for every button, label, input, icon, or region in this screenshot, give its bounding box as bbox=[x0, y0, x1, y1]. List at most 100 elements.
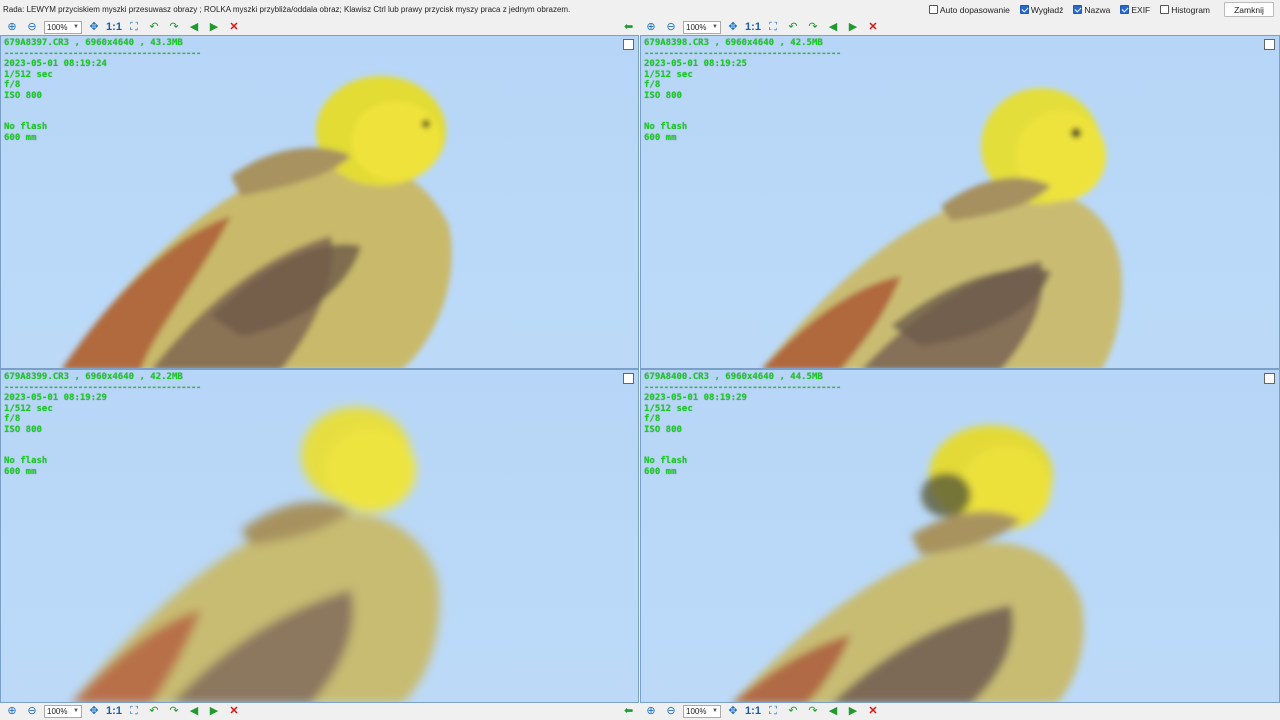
focal-length: 600 mm bbox=[4, 132, 37, 143]
separator: ---------------------------------------- bbox=[4, 48, 201, 59]
image-pane-1[interactable]: 679A8397.CR3 , 6960x4640 , 43.3MB ------… bbox=[0, 35, 639, 369]
actual-size-button[interactable]: 1:1 bbox=[104, 703, 124, 719]
smooth-label: Wygładź bbox=[1030, 4, 1064, 15]
next-image-icon[interactable]: ▶ bbox=[843, 703, 863, 719]
histogram-checkbox[interactable] bbox=[1160, 5, 1170, 14]
focal-length: 600 mm bbox=[644, 132, 677, 143]
flash: No flash bbox=[4, 456, 48, 466]
toolbar-top-right: ⊕ ⊖ 100% ▼ ✥ 1:1 ⛶ ↶ ↷ ◀ ▶ ✕ bbox=[641, 19, 883, 35]
image-pane-4[interactable]: 679A8400.CR3 , 6960x4640 , 44.5MB ------… bbox=[640, 369, 1280, 703]
fit-frame-icon[interactable]: ⛶ bbox=[763, 19, 783, 35]
aperture: f/8 bbox=[644, 414, 661, 424]
previous-image-icon[interactable]: ◀ bbox=[823, 19, 843, 35]
flash: No flash bbox=[644, 122, 688, 132]
file-info: 679A8400.CR3 , 6960x4640 , 44.5MB bbox=[644, 372, 823, 382]
zoom-select[interactable]: 100% ▼ bbox=[44, 20, 82, 34]
previous-image-icon[interactable]: ◀ bbox=[823, 703, 843, 719]
capture-date: 2023-05-01 08:19:29 bbox=[644, 393, 747, 403]
zoom-in-icon[interactable]: ⊕ bbox=[641, 19, 661, 35]
zoom-select[interactable]: 100% ▼ bbox=[683, 704, 721, 718]
zoom-out-icon[interactable]: ⊖ bbox=[22, 19, 42, 35]
zoom-out-icon[interactable]: ⊖ bbox=[22, 703, 42, 719]
arrow-left-icon[interactable]: ⬅ bbox=[624, 20, 633, 33]
flash: No flash bbox=[4, 122, 48, 132]
option-histogram[interactable]: Histogram bbox=[1160, 5, 1210, 15]
select-checkbox[interactable] bbox=[1264, 39, 1275, 50]
zoom-select[interactable]: 100% ▼ bbox=[683, 20, 721, 34]
actual-size-button[interactable]: 1:1 bbox=[104, 19, 124, 35]
close-image-icon[interactable]: ✕ bbox=[863, 703, 883, 719]
next-image-icon[interactable]: ▶ bbox=[204, 703, 224, 719]
chevron-down-icon: ▼ bbox=[73, 708, 79, 714]
file-info: 679A8397.CR3 , 6960x4640 , 43.3MB bbox=[4, 38, 183, 48]
hint-text: Rada: LEWYM przyciskiem myszki przesuwas… bbox=[3, 5, 571, 14]
fit-window-icon[interactable]: ✥ bbox=[84, 703, 104, 719]
aperture: f/8 bbox=[4, 414, 21, 424]
rotate-right-icon[interactable]: ↷ bbox=[164, 703, 184, 719]
rotate-right-icon[interactable]: ↷ bbox=[803, 703, 823, 719]
toolbar-bottom-right: ⊕ ⊖ 100% ▼ ✥ 1:1 ⛶ ↶ ↷ ◀ ▶ ✕ bbox=[641, 703, 883, 719]
image-compare-window: Rada: LEWYM przyciskiem myszki przesuwas… bbox=[0, 0, 1280, 720]
capture-date: 2023-05-01 08:19:29 bbox=[4, 393, 107, 403]
option-smooth[interactable]: Wygładź bbox=[1019, 4, 1064, 15]
chevron-down-icon: ▼ bbox=[73, 24, 79, 30]
flash: No flash bbox=[644, 456, 688, 466]
aperture: f/8 bbox=[4, 80, 21, 90]
focal-length: 600 mm bbox=[644, 466, 677, 477]
zoom-in-icon[interactable]: ⊕ bbox=[2, 19, 22, 35]
option-name[interactable]: Nazwa bbox=[1073, 5, 1110, 15]
option-auto-fit[interactable]: Auto dopasowanie bbox=[928, 5, 1010, 15]
shutter-speed: 1/512 sec bbox=[644, 69, 693, 80]
actual-size-button[interactable]: 1:1 bbox=[743, 703, 763, 719]
zoom-select[interactable]: 100% ▼ bbox=[44, 704, 82, 718]
chevron-down-icon: ▼ bbox=[712, 708, 718, 714]
rotate-left-icon[interactable]: ↶ bbox=[144, 703, 164, 719]
exif-overlay: 679A8398.CR3 , 6960x4640 , 42.5MB ------… bbox=[644, 38, 841, 143]
fit-frame-icon[interactable]: ⛶ bbox=[124, 703, 144, 719]
exif-overlay: 679A8400.CR3 , 6960x4640 , 44.5MB ------… bbox=[644, 372, 841, 477]
close-image-icon[interactable]: ✕ bbox=[224, 19, 244, 35]
iso: ISO 800 bbox=[644, 424, 682, 435]
image-pane-2[interactable]: 679A8398.CR3 , 6960x4640 , 42.5MB ------… bbox=[640, 35, 1280, 369]
rotate-left-icon[interactable]: ↶ bbox=[144, 19, 164, 35]
auto-fit-checkbox[interactable] bbox=[928, 5, 938, 14]
smooth-checkbox[interactable] bbox=[1019, 5, 1029, 14]
close-image-icon[interactable]: ✕ bbox=[224, 703, 244, 719]
exif-overlay: 679A8397.CR3 , 6960x4640 , 43.3MB ------… bbox=[4, 38, 201, 143]
select-checkbox[interactable] bbox=[1264, 373, 1275, 384]
fit-window-icon[interactable]: ✥ bbox=[723, 19, 743, 35]
fit-window-icon[interactable]: ✥ bbox=[84, 19, 104, 35]
option-exif[interactable]: EXIF bbox=[1120, 5, 1150, 15]
arrow-left-icon[interactable]: ⬅ bbox=[624, 704, 633, 717]
separator: ---------------------------------------- bbox=[644, 382, 841, 393]
fit-window-icon[interactable]: ✥ bbox=[723, 703, 743, 719]
actual-size-button[interactable]: 1:1 bbox=[743, 19, 763, 35]
rotate-left-icon[interactable]: ↶ bbox=[783, 19, 803, 35]
close-image-icon[interactable]: ✕ bbox=[863, 19, 883, 35]
fit-frame-icon[interactable]: ⛶ bbox=[763, 703, 783, 719]
rotate-right-icon[interactable]: ↷ bbox=[164, 19, 184, 35]
select-checkbox[interactable] bbox=[623, 373, 634, 384]
close-button[interactable]: Zamknij bbox=[1224, 2, 1274, 17]
zoom-in-icon[interactable]: ⊕ bbox=[2, 703, 22, 719]
previous-image-icon[interactable]: ◀ bbox=[184, 19, 204, 35]
select-checkbox[interactable] bbox=[623, 39, 634, 50]
rotate-right-icon[interactable]: ↷ bbox=[803, 19, 823, 35]
image-pane-3[interactable]: 679A8399.CR3 , 6960x4640 , 42.2MB ------… bbox=[0, 369, 639, 703]
zoom-out-icon[interactable]: ⊖ bbox=[661, 703, 681, 719]
next-image-icon[interactable]: ▶ bbox=[843, 19, 863, 35]
toolbar-top-left: ⊕ ⊖ 100% ▼ ✥ 1:1 ⛶ ↶ ↷ ◀ ▶ ✕ bbox=[2, 19, 244, 35]
fit-frame-icon[interactable]: ⛶ bbox=[124, 19, 144, 35]
shutter-speed: 1/512 sec bbox=[4, 69, 53, 80]
exif-checkbox[interactable] bbox=[1120, 5, 1130, 14]
shutter-speed: 1/512 sec bbox=[4, 403, 53, 414]
rotate-left-icon[interactable]: ↶ bbox=[783, 703, 803, 719]
top-bar: Rada: LEWYM przyciskiem myszki przesuwas… bbox=[0, 0, 1280, 19]
next-image-icon[interactable]: ▶ bbox=[204, 19, 224, 35]
chevron-down-icon: ▼ bbox=[712, 24, 718, 30]
previous-image-icon[interactable]: ◀ bbox=[184, 703, 204, 719]
histogram-label: Histogram bbox=[1171, 4, 1210, 15]
name-checkbox[interactable] bbox=[1073, 5, 1083, 14]
zoom-out-icon[interactable]: ⊖ bbox=[661, 19, 681, 35]
zoom-in-icon[interactable]: ⊕ bbox=[641, 703, 661, 719]
